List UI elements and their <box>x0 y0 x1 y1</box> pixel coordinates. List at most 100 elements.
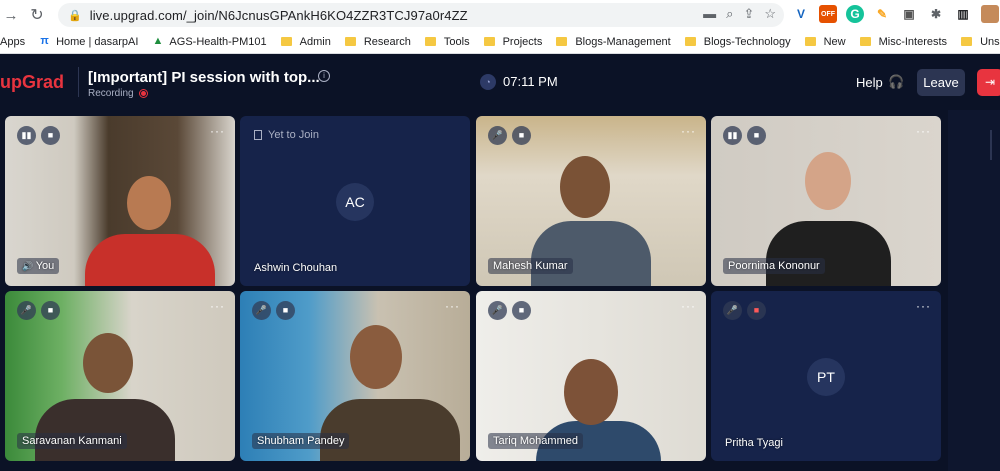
mic-muted-icon[interactable]: 🎤 <box>488 301 507 320</box>
mic-muted-icon[interactable]: 🎤 <box>723 301 742 320</box>
recording-indicator: Recording <box>88 88 148 99</box>
camera-icon[interactable]: ■ <box>276 301 295 320</box>
bookmark-item[interactable]: Research <box>344 35 411 48</box>
more-options-icon[interactable]: ··· <box>681 124 696 138</box>
off-extension-icon[interactable]: OFF <box>819 5 837 23</box>
reload-icon[interactable]: ↻ <box>22 5 52 25</box>
lock-icon[interactable]: 🔒 <box>68 9 82 22</box>
participant-name: Tariq Mohammed <box>488 433 583 449</box>
bookmark-label: Research <box>363 35 411 48</box>
bookmark-item[interactable]: Apps <box>0 36 25 48</box>
address-bar[interactable]: 🔒 live.upgrad.com/_join/N6JcnusGPAnkH6KO… <box>58 3 784 27</box>
audio-level-icon[interactable]: ▮▮ <box>723 126 742 145</box>
bookmark-label: Unsorted <box>980 35 1000 48</box>
folder-icon <box>961 37 973 46</box>
participant-name: Mahesh Kumar <box>488 258 573 274</box>
upgrad-logo: upGrad <box>0 72 65 92</box>
bookmark-item[interactable]: Tools <box>424 36 470 48</box>
bookmark-item[interactable]: New <box>804 35 846 48</box>
forward-arrow-icon[interactable]: → <box>0 7 22 24</box>
participant-name: Pritha Tyagi <box>725 437 783 449</box>
camera-off-icon[interactable]: ■ <box>747 301 766 320</box>
bookmark-label: New <box>823 35 846 48</box>
mic-muted-icon[interactable]: 🎤 <box>17 301 36 320</box>
info-icon[interactable]: i <box>318 70 330 82</box>
sidebar-toggle-icon[interactable]: ▥ <box>954 5 972 23</box>
person-head <box>560 156 610 218</box>
person-body <box>766 221 891 286</box>
person-body <box>320 399 460 461</box>
camera-icon[interactable]: ■ <box>512 301 531 320</box>
grammarly-icon[interactable]: G <box>846 5 864 23</box>
more-options-icon[interactable]: ··· <box>210 299 225 313</box>
bookmark-item[interactable]: ▲ AGS-Health-PM101 <box>152 36 266 48</box>
more-options-icon[interactable]: ··· <box>916 299 931 313</box>
more-options-icon[interactable]: ··· <box>445 299 460 313</box>
participant-tile[interactable]: Yet to Join AC Ashwin Chouhan <box>240 116 470 286</box>
clock-icon: ◔ <box>480 74 496 90</box>
meeting-header: upGrad [Important] PI session with top..… <box>0 55 1000 110</box>
folder-icon <box>483 37 495 46</box>
camera-icon[interactable]: ▬ <box>703 6 716 22</box>
folder-icon <box>859 37 871 46</box>
camera-icon[interactable]: ■ <box>41 126 60 145</box>
participant-tile[interactable]: 🎤 ■ ··· Mahesh Kumar <box>476 116 706 286</box>
leave-button[interactable]: Leave <box>917 69 965 96</box>
participant-tile[interactable]: 🎤 ■ ··· Tariq Mohammed <box>476 291 706 461</box>
bookmark-item[interactable]: Blogs-Management <box>556 36 671 48</box>
side-panel-strip <box>948 110 1000 471</box>
audio-level-icon[interactable]: ▮▮ <box>17 126 36 145</box>
bookmark-item[interactable]: Projects <box>483 36 542 48</box>
exit-icon[interactable]: ⇥ <box>977 69 1000 96</box>
puzzle-extensions-icon[interactable]: ✱ <box>927 5 945 23</box>
url-text[interactable]: live.upgrad.com/_join/N6JcnusGPAnkH6KO4Z… <box>90 8 468 23</box>
profile-avatar-icon[interactable] <box>981 5 999 23</box>
folder-icon <box>684 37 696 46</box>
folder-icon <box>280 37 292 46</box>
participant-name: Poornima Kononur <box>723 258 825 274</box>
more-options-icon[interactable]: ··· <box>916 124 931 138</box>
folder-icon <box>344 37 356 46</box>
camera-icon[interactable]: ■ <box>512 126 531 145</box>
participant-tile[interactable]: ▮▮ ■ ··· 🔊 You <box>5 116 235 286</box>
bookmark-item[interactable]: Misc-Interests <box>859 35 948 48</box>
person-body <box>85 234 215 286</box>
bookmark-star-icon[interactable]: ☆ <box>764 6 776 22</box>
help-link[interactable]: Help <box>856 75 883 90</box>
zoom-icon[interactable]: ⌕ <box>726 6 733 22</box>
camera-icon[interactable]: ■ <box>747 126 766 145</box>
participant-tile[interactable]: ▮▮ ■ ··· Poornima Kononur <box>711 116 941 286</box>
bookmark-item[interactable]: Admin <box>280 36 331 48</box>
participant-initials-avatar: PT <box>807 358 845 396</box>
square-extension-icon[interactable]: ▣ <box>900 5 918 23</box>
drive-icon: ▲ <box>152 35 164 47</box>
session-title: [Important] PI session with top... <box>88 69 320 86</box>
bookmark-item[interactable]: π Home | dasarpAI <box>39 36 138 48</box>
side-panel-handle[interactable] <box>990 130 992 160</box>
mic-muted-icon[interactable]: 🎤 <box>252 301 271 320</box>
bookmark-item[interactable]: Blogs-Technology <box>684 35 791 48</box>
share-icon[interactable]: ⇪ <box>743 6 754 22</box>
more-options-icon[interactable]: ··· <box>210 124 225 138</box>
participant-name: Ashwin Chouhan <box>254 262 338 274</box>
site-icon: π <box>40 35 49 47</box>
pen-extension-icon[interactable]: ✎ <box>873 5 891 23</box>
participant-name: 🔊 You <box>17 258 60 274</box>
bookmark-label: Misc-Interests <box>878 35 948 48</box>
participant-tile[interactable]: 🎤 ■ ··· Shubham Pandey <box>240 291 470 461</box>
bookmark-label: Apps <box>0 35 26 48</box>
camera-icon[interactable]: ■ <box>41 301 60 320</box>
participant-tile[interactable]: 🎤 ■ ··· PT Pritha Tyagi <box>711 291 941 461</box>
bookmark-item[interactable]: Unsorted <box>961 36 1000 48</box>
door-icon <box>254 130 262 140</box>
participant-tile[interactable]: 🎤 ■ ··· Saravanan Kanmani <box>5 291 235 461</box>
mic-muted-icon[interactable]: 🎤 <box>488 126 507 145</box>
participant-name: Shubham Pandey <box>252 433 350 449</box>
yet-to-join-label: Yet to Join <box>268 129 319 141</box>
more-options-icon[interactable]: ··· <box>681 299 696 313</box>
folder-icon <box>556 37 568 46</box>
bookmark-label: Blogs-Technology <box>703 35 791 48</box>
v-extension-icon[interactable]: V <box>792 5 810 23</box>
bookmarks-bar: Apps π Home | dasarpAI ▲ AGS-Health-PM101 Adm… <box>0 30 1000 54</box>
headset-icon[interactable]: 🎧 <box>888 74 904 90</box>
